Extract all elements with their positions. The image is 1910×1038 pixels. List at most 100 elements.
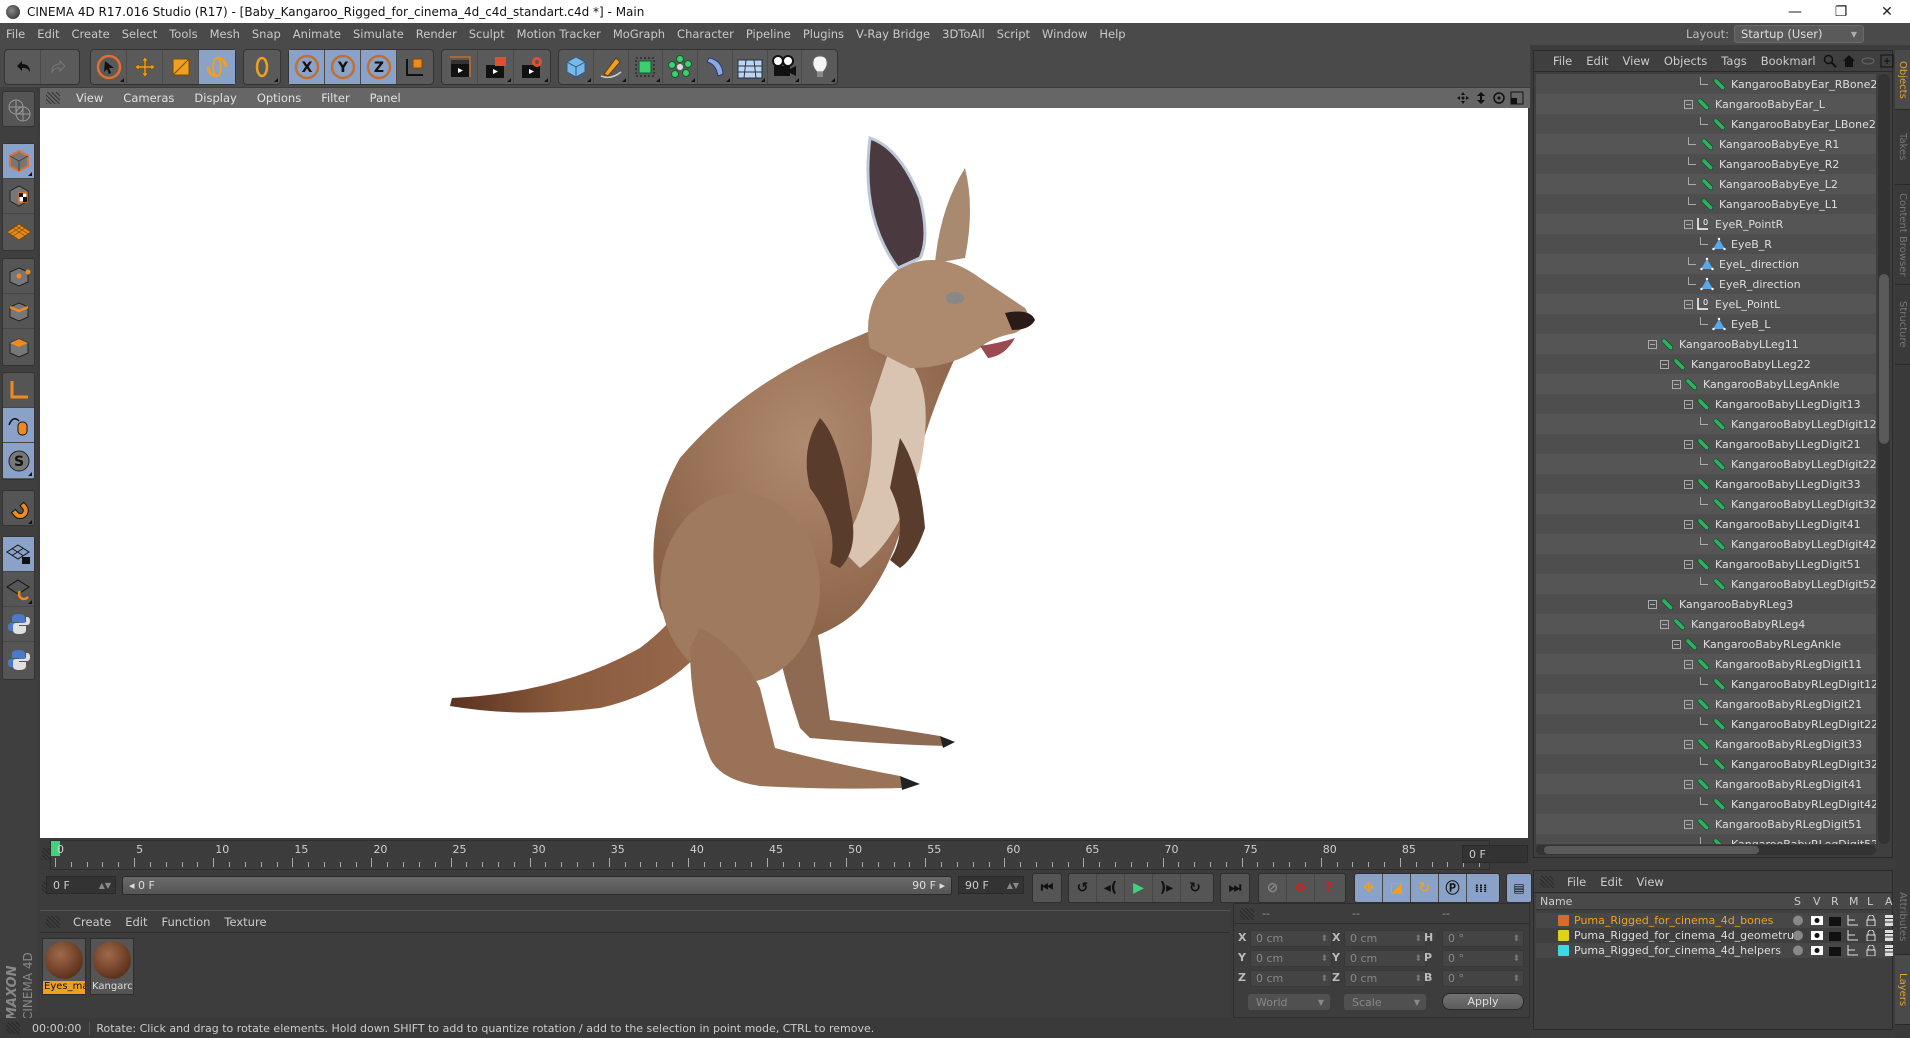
layer-menu-edit[interactable]: Edit bbox=[1593, 875, 1629, 889]
object-menu-objects[interactable]: Objects bbox=[1657, 54, 1714, 68]
make-editable-button[interactable] bbox=[3, 92, 34, 127]
z-axis-toggle[interactable]: Z bbox=[361, 50, 397, 84]
collapse-toggle-icon[interactable] bbox=[1684, 99, 1693, 109]
material-menu-edit[interactable]: Edit bbox=[118, 915, 154, 929]
panel-grip-icon[interactable] bbox=[46, 92, 60, 104]
minimize-button[interactable]: — bbox=[1772, 0, 1818, 23]
current-frame-field[interactable]: 0 F bbox=[1462, 845, 1528, 863]
layer-column-r[interactable]: R bbox=[1831, 895, 1839, 908]
object-row[interactable]: 0 EyeL_PointL bbox=[1536, 294, 1876, 314]
edges-mode-button[interactable] bbox=[3, 294, 34, 329]
collapse-toggle-icon[interactable] bbox=[1672, 639, 1681, 649]
spinner-icon[interactable]: ⬍ bbox=[1512, 954, 1520, 964]
add-cloner-button[interactable] bbox=[663, 50, 698, 84]
collapse-toggle-icon[interactable] bbox=[1660, 359, 1669, 369]
y-axis-toggle[interactable]: Y bbox=[325, 50, 361, 84]
dolly-icon[interactable] bbox=[1474, 91, 1488, 105]
add-floor-button[interactable] bbox=[733, 50, 768, 84]
object-row[interactable]: KangarooBabyRLeg4 bbox=[1536, 614, 1876, 634]
object-row[interactable]: KangarooBabyRLegDigit12 bbox=[1536, 674, 1876, 694]
undo-button[interactable] bbox=[5, 50, 41, 84]
coordinate-space-dropdown[interactable]: World ▼ bbox=[1248, 994, 1330, 1010]
render-settings-button[interactable] bbox=[514, 50, 550, 84]
layer-column-v[interactable]: V bbox=[1813, 895, 1821, 908]
collapse-toggle-icon[interactable] bbox=[1684, 519, 1693, 529]
spinner-icon[interactable]: ⬍ bbox=[1414, 974, 1422, 984]
object-row[interactable]: KangarooBabyLLegDigit41 bbox=[1536, 514, 1876, 534]
solo-dot-icon[interactable] bbox=[1792, 945, 1804, 956]
x-axis-toggle[interactable]: X bbox=[289, 50, 325, 84]
motion-record-button[interactable]: ⊘ bbox=[1259, 874, 1287, 902]
object-row[interactable]: KangarooBabyLLegDigit22 bbox=[1536, 454, 1876, 474]
coord-field-y[interactable]: 0 cm ⬍ bbox=[1250, 950, 1332, 967]
menu-v-ray-bridge[interactable]: V-Ray Bridge bbox=[850, 27, 936, 41]
layout-dropdown[interactable]: Startup (User) ▼ bbox=[1734, 25, 1864, 43]
collapse-toggle-icon[interactable] bbox=[1684, 699, 1693, 709]
animation-icon[interactable] bbox=[1883, 930, 1895, 941]
object-row[interactable]: KangarooBabyRLegDigit11 bbox=[1536, 654, 1876, 674]
panel-grip-icon[interactable] bbox=[46, 915, 60, 928]
timeline-ruler[interactable]: 051015202530354045505560657075808590 bbox=[40, 840, 1530, 870]
object-row[interactable]: KangarooBabyEar_L bbox=[1536, 94, 1876, 114]
timeline-window-button[interactable]: ▤ bbox=[1507, 874, 1531, 902]
layer-column-l[interactable]: L bbox=[1867, 895, 1873, 908]
panel-grip-icon[interactable] bbox=[1240, 907, 1254, 920]
coord-field-y[interactable]: 0 cm ⬍ bbox=[1344, 950, 1426, 967]
viewport-menu-view[interactable]: View bbox=[66, 91, 113, 105]
object-row[interactable]: KangarooBabyLLeg11 bbox=[1536, 334, 1876, 354]
menu-tools[interactable]: Tools bbox=[163, 27, 203, 41]
tweak-mode-button[interactable] bbox=[3, 408, 34, 443]
object-row[interactable]: KangarooBabyRLegDigit33 bbox=[1536, 734, 1876, 754]
object-row[interactable]: KangarooBabyLLegAnkle bbox=[1536, 374, 1876, 394]
material-menu-create[interactable]: Create bbox=[66, 915, 118, 929]
collapse-toggle-icon[interactable] bbox=[1684, 399, 1693, 409]
model-mode-button[interactable] bbox=[3, 144, 34, 179]
orbit-icon[interactable] bbox=[1492, 91, 1506, 105]
toggle-view-icon[interactable] bbox=[1510, 91, 1524, 105]
object-row[interactable]: KangarooBabyLLegDigit33 bbox=[1536, 474, 1876, 494]
python-script-button-2[interactable] bbox=[3, 642, 34, 677]
new-view-icon[interactable] bbox=[1880, 54, 1894, 68]
object-row[interactable]: KangarooBabyLLegDigit51 bbox=[1536, 554, 1876, 574]
go-to-start-button[interactable]: ⏮ bbox=[1033, 874, 1061, 902]
panel-grip-icon[interactable] bbox=[1540, 875, 1554, 888]
collapse-toggle-icon[interactable] bbox=[1648, 599, 1657, 609]
add-cube-button[interactable] bbox=[559, 50, 594, 84]
menu-animate[interactable]: Animate bbox=[287, 27, 347, 41]
filter-icon[interactable] bbox=[1861, 54, 1875, 68]
object-menu-tags[interactable]: Tags bbox=[1714, 54, 1753, 68]
object-row[interactable]: 0 EyeR_PointR bbox=[1536, 214, 1876, 234]
menu-pipeline[interactable]: Pipeline bbox=[740, 27, 797, 41]
collapse-toggle-icon[interactable] bbox=[1684, 479, 1693, 489]
menu-mograph[interactable]: MoGraph bbox=[607, 27, 671, 41]
lock-icon[interactable] bbox=[1865, 945, 1877, 956]
key-pla-toggle[interactable]: ⁞⁞⁞ bbox=[1467, 874, 1495, 902]
object-vertical-scrollbar[interactable] bbox=[1878, 74, 1890, 844]
collapse-toggle-icon[interactable] bbox=[1660, 619, 1669, 629]
viewport-menu-display[interactable]: Display bbox=[184, 91, 246, 105]
coordinate-mode-dropdown[interactable]: Scale ▼ bbox=[1344, 994, 1426, 1010]
layer-menu-file[interactable]: File bbox=[1560, 875, 1593, 889]
visible-eye-icon[interactable] bbox=[1811, 915, 1823, 926]
visible-eye-icon[interactable] bbox=[1811, 945, 1823, 956]
points-mode-button[interactable] bbox=[3, 259, 34, 294]
menu-select[interactable]: Select bbox=[116, 27, 163, 41]
solo-dot-icon[interactable] bbox=[1792, 930, 1804, 941]
object-row[interactable]: KangarooBabyRLegDigit32 bbox=[1536, 754, 1876, 774]
snap-button[interactable] bbox=[3, 491, 34, 526]
object-row[interactable]: KangarooBabyEye_R2 bbox=[1536, 154, 1876, 174]
object-row[interactable]: KangarooBabyLLegDigit12 bbox=[1536, 414, 1876, 434]
coord-field-h[interactable]: 0 ° ⬍ bbox=[1442, 930, 1524, 947]
layer-color-swatch[interactable] bbox=[1558, 915, 1569, 926]
record-active-button[interactable]: ⊚ bbox=[1287, 874, 1315, 902]
frame-range-slider[interactable]: ◂ 0 F 90 F ▸ bbox=[122, 876, 952, 895]
object-row[interactable]: EyeB_R bbox=[1536, 234, 1876, 254]
menu-edit[interactable]: Edit bbox=[31, 27, 65, 41]
object-row[interactable]: EyeL_direction bbox=[1536, 254, 1876, 274]
collapse-toggle-icon[interactable] bbox=[1684, 779, 1693, 789]
object-row[interactable]: KangarooBabyLLegDigit32 bbox=[1536, 494, 1876, 514]
play-button[interactable]: ▶ bbox=[1125, 874, 1153, 902]
viewport-menu-panel[interactable]: Panel bbox=[360, 91, 411, 105]
key-parameter-toggle[interactable]: Ⓟ bbox=[1439, 874, 1467, 902]
add-camera-button[interactable] bbox=[768, 50, 803, 84]
